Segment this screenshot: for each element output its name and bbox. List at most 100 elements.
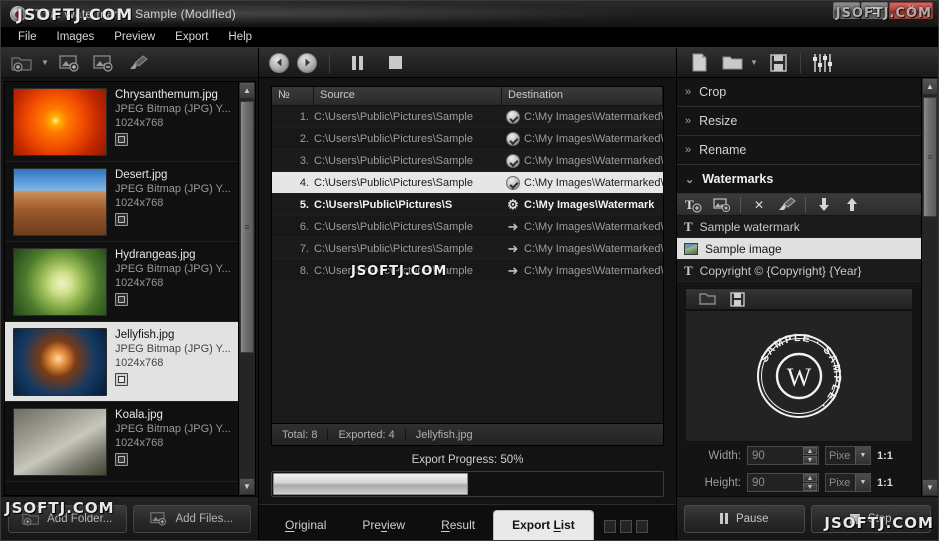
move-up-icon[interactable] — [839, 196, 865, 214]
tab-preview[interactable]: Preview — [344, 511, 423, 540]
load-image-icon[interactable] — [694, 290, 720, 308]
image-type: JPEG Bitmap (JPG) Y... — [115, 183, 231, 195]
add-image-icon[interactable] — [55, 51, 85, 75]
save-image-icon[interactable] — [724, 290, 750, 308]
list-item[interactable]: Desert.jpg JPEG Bitmap (JPG) Y... 1024x7… — [5, 162, 238, 242]
height-unit-select[interactable]: Pixe ▼ — [825, 473, 871, 492]
list-item-selected[interactable]: Jellyfish.jpg JPEG Bitmap (JPG) Y... 102… — [5, 322, 238, 402]
scroll-up-button[interactable]: ▲ — [922, 78, 938, 95]
watermark-item-selected[interactable]: Sample image — [677, 238, 921, 260]
add-files-button[interactable]: Add Files... — [132, 504, 251, 533]
add-text-watermark-icon[interactable]: T — [681, 196, 707, 214]
clear-watermarks-icon[interactable] — [774, 196, 800, 214]
tab-original[interactable]: Original — [267, 511, 344, 540]
pause-button[interactable] — [342, 51, 372, 75]
scroll-track[interactable]: ≡ — [922, 95, 938, 479]
column-header-number[interactable]: № — [272, 87, 314, 105]
menu-item-export[interactable]: Export — [166, 29, 217, 45]
settings-scrollbar[interactable]: ▲ ≡ ▼ — [921, 78, 938, 496]
thumbnail-scrollbar[interactable]: ▲ ≡ ▼ — [238, 82, 255, 495]
list-item[interactable]: Chrysanthemum.jpg JPEG Bitmap (JPG) Y...… — [5, 82, 238, 162]
menu-item-preview[interactable]: Preview — [105, 29, 164, 45]
chevron-down-icon[interactable]: ▼ — [855, 447, 870, 464]
menu-item-help[interactable]: Help — [219, 29, 261, 45]
progress-bar-fill — [273, 472, 468, 495]
table-row[interactable]: 3. C:\Users\Public\Pictures\Sample C:\My… — [272, 150, 663, 172]
table-row[interactable]: 6. C:\Users\Public\Pictures\Sample ➜ C:\… — [272, 216, 663, 238]
section-rename[interactable]: » Rename — [677, 136, 921, 165]
open-profile-dropdown-icon[interactable]: ▼ — [748, 58, 760, 67]
clear-list-icon[interactable] — [123, 51, 153, 75]
table-row[interactable]: 7. C:\Users\Public\Pictures\Sample ➜ C:\… — [272, 238, 663, 260]
scroll-down-button[interactable]: ▼ — [239, 478, 255, 495]
width-stepper[interactable]: ▲ ▼ — [747, 446, 819, 465]
width-unit-value: Pixe — [829, 449, 851, 462]
table-row[interactable]: 8. C:\Users\Public\Pictures\Sample ➜ C:\… — [272, 260, 663, 282]
add-folder-icon[interactable] — [7, 51, 37, 75]
menu-item-file[interactable]: File — [9, 29, 46, 45]
save-profile-icon[interactable] — [763, 51, 793, 75]
tab-export-list[interactable]: Export List — [493, 510, 594, 540]
tab-result[interactable]: Result — [423, 511, 493, 540]
table-row[interactable]: 2. C:\Users\Public\Pictures\Sample C:\My… — [272, 128, 663, 150]
settings-sliders-icon[interactable] — [808, 51, 838, 75]
tab-square-3[interactable] — [635, 520, 648, 533]
table-row-selected[interactable]: 4. C:\Users\Public\Pictures\Sample C:\My… — [272, 172, 663, 194]
width-unit-select[interactable]: Pixe ▼ — [825, 446, 871, 465]
watermark-item-label: Sample image — [705, 241, 782, 256]
table-row-processing[interactable]: 5. C:\Users\Public\Pictures\S ⚙ C:\My Im… — [272, 194, 663, 216]
remove-image-icon[interactable] — [89, 51, 119, 75]
scroll-down-button[interactable]: ▼ — [922, 479, 938, 496]
section-resize[interactable]: » Resize — [677, 107, 921, 136]
height-decrement-icon[interactable]: ▼ — [803, 483, 817, 491]
watermark-list[interactable]: T Sample watermark Sample image T Copyri… — [677, 216, 921, 282]
image-list-panel: ▼ Chrysanthemum.jpg JPEG Bitmap (JPG) Y.… — [1, 48, 259, 540]
maximize-button[interactable] — [861, 2, 888, 19]
minimize-button[interactable]: _ — [833, 2, 860, 19]
tab-square-2[interactable] — [619, 520, 632, 533]
section-rename-label: Rename — [699, 143, 747, 157]
add-image-watermark-icon[interactable] — [709, 196, 735, 214]
scroll-track[interactable]: ≡ — [239, 99, 255, 478]
format-icon — [115, 373, 128, 386]
section-watermarks[interactable]: ⌄ Watermarks — [677, 165, 921, 194]
open-profile-icon[interactable] — [717, 51, 747, 75]
width-decrement-icon[interactable]: ▼ — [803, 456, 817, 464]
row-status — [502, 153, 524, 168]
pause-icon — [351, 55, 363, 70]
close-button[interactable]: X — [889, 2, 933, 19]
row-number: 1. — [299, 110, 309, 123]
height-stepper[interactable]: ▲ ▼ — [747, 473, 819, 492]
add-folder-button[interactable]: Add Folder... — [8, 504, 127, 533]
table-row[interactable]: 1. C:\Users\Public\Pictures\Sample C:\My… — [272, 106, 663, 128]
stop-button[interactable]: Stop — [810, 504, 931, 533]
scroll-thumb[interactable]: ≡ — [923, 97, 937, 217]
list-item[interactable]: Hydrangeas.jpg JPEG Bitmap (JPG) Y... 10… — [5, 242, 238, 322]
image-watermark-icon — [684, 242, 698, 255]
width-increment-icon[interactable]: ▲ — [803, 447, 817, 455]
menu-item-images[interactable]: Images — [48, 29, 104, 45]
back-icon — [276, 58, 281, 67]
list-item[interactable]: Koala.jpg JPEG Bitmap (JPG) Y... 1024x76… — [5, 402, 238, 482]
watermark-preview-canvas[interactable]: SAMPLE · SAMPLE · W — [685, 310, 913, 442]
scroll-up-button[interactable]: ▲ — [239, 82, 255, 99]
section-crop[interactable]: » Crop — [677, 78, 921, 107]
title-bar[interactable]: Total Watermark - Sample (Modified) _ X — [1, 1, 938, 27]
image-thumbnail-list[interactable]: Chrysanthemum.jpg JPEG Bitmap (JPG) Y...… — [4, 81, 256, 496]
move-down-icon[interactable] — [811, 196, 837, 214]
column-header-destination[interactable]: Destination — [502, 87, 663, 105]
stop-button[interactable] — [380, 51, 410, 75]
pause-button[interactable]: Pause — [684, 504, 805, 533]
tab-square-1[interactable] — [603, 520, 616, 533]
chevron-down-icon[interactable]: ▼ — [855, 474, 870, 491]
back-button[interactable] — [269, 52, 289, 73]
forward-button[interactable] — [297, 52, 317, 73]
watermark-item[interactable]: T Sample watermark — [677, 216, 921, 238]
add-folder-dropdown-icon[interactable]: ▼ — [39, 58, 51, 67]
scroll-thumb[interactable]: ≡ — [240, 101, 254, 353]
delete-watermark-icon[interactable]: ✕ — [746, 196, 772, 214]
height-increment-icon[interactable]: ▲ — [803, 474, 817, 482]
watermark-item[interactable]: T Copyright © {Copyright} {Year} — [677, 260, 921, 282]
column-header-source[interactable]: Source — [314, 87, 502, 105]
new-profile-icon[interactable] — [684, 51, 714, 75]
